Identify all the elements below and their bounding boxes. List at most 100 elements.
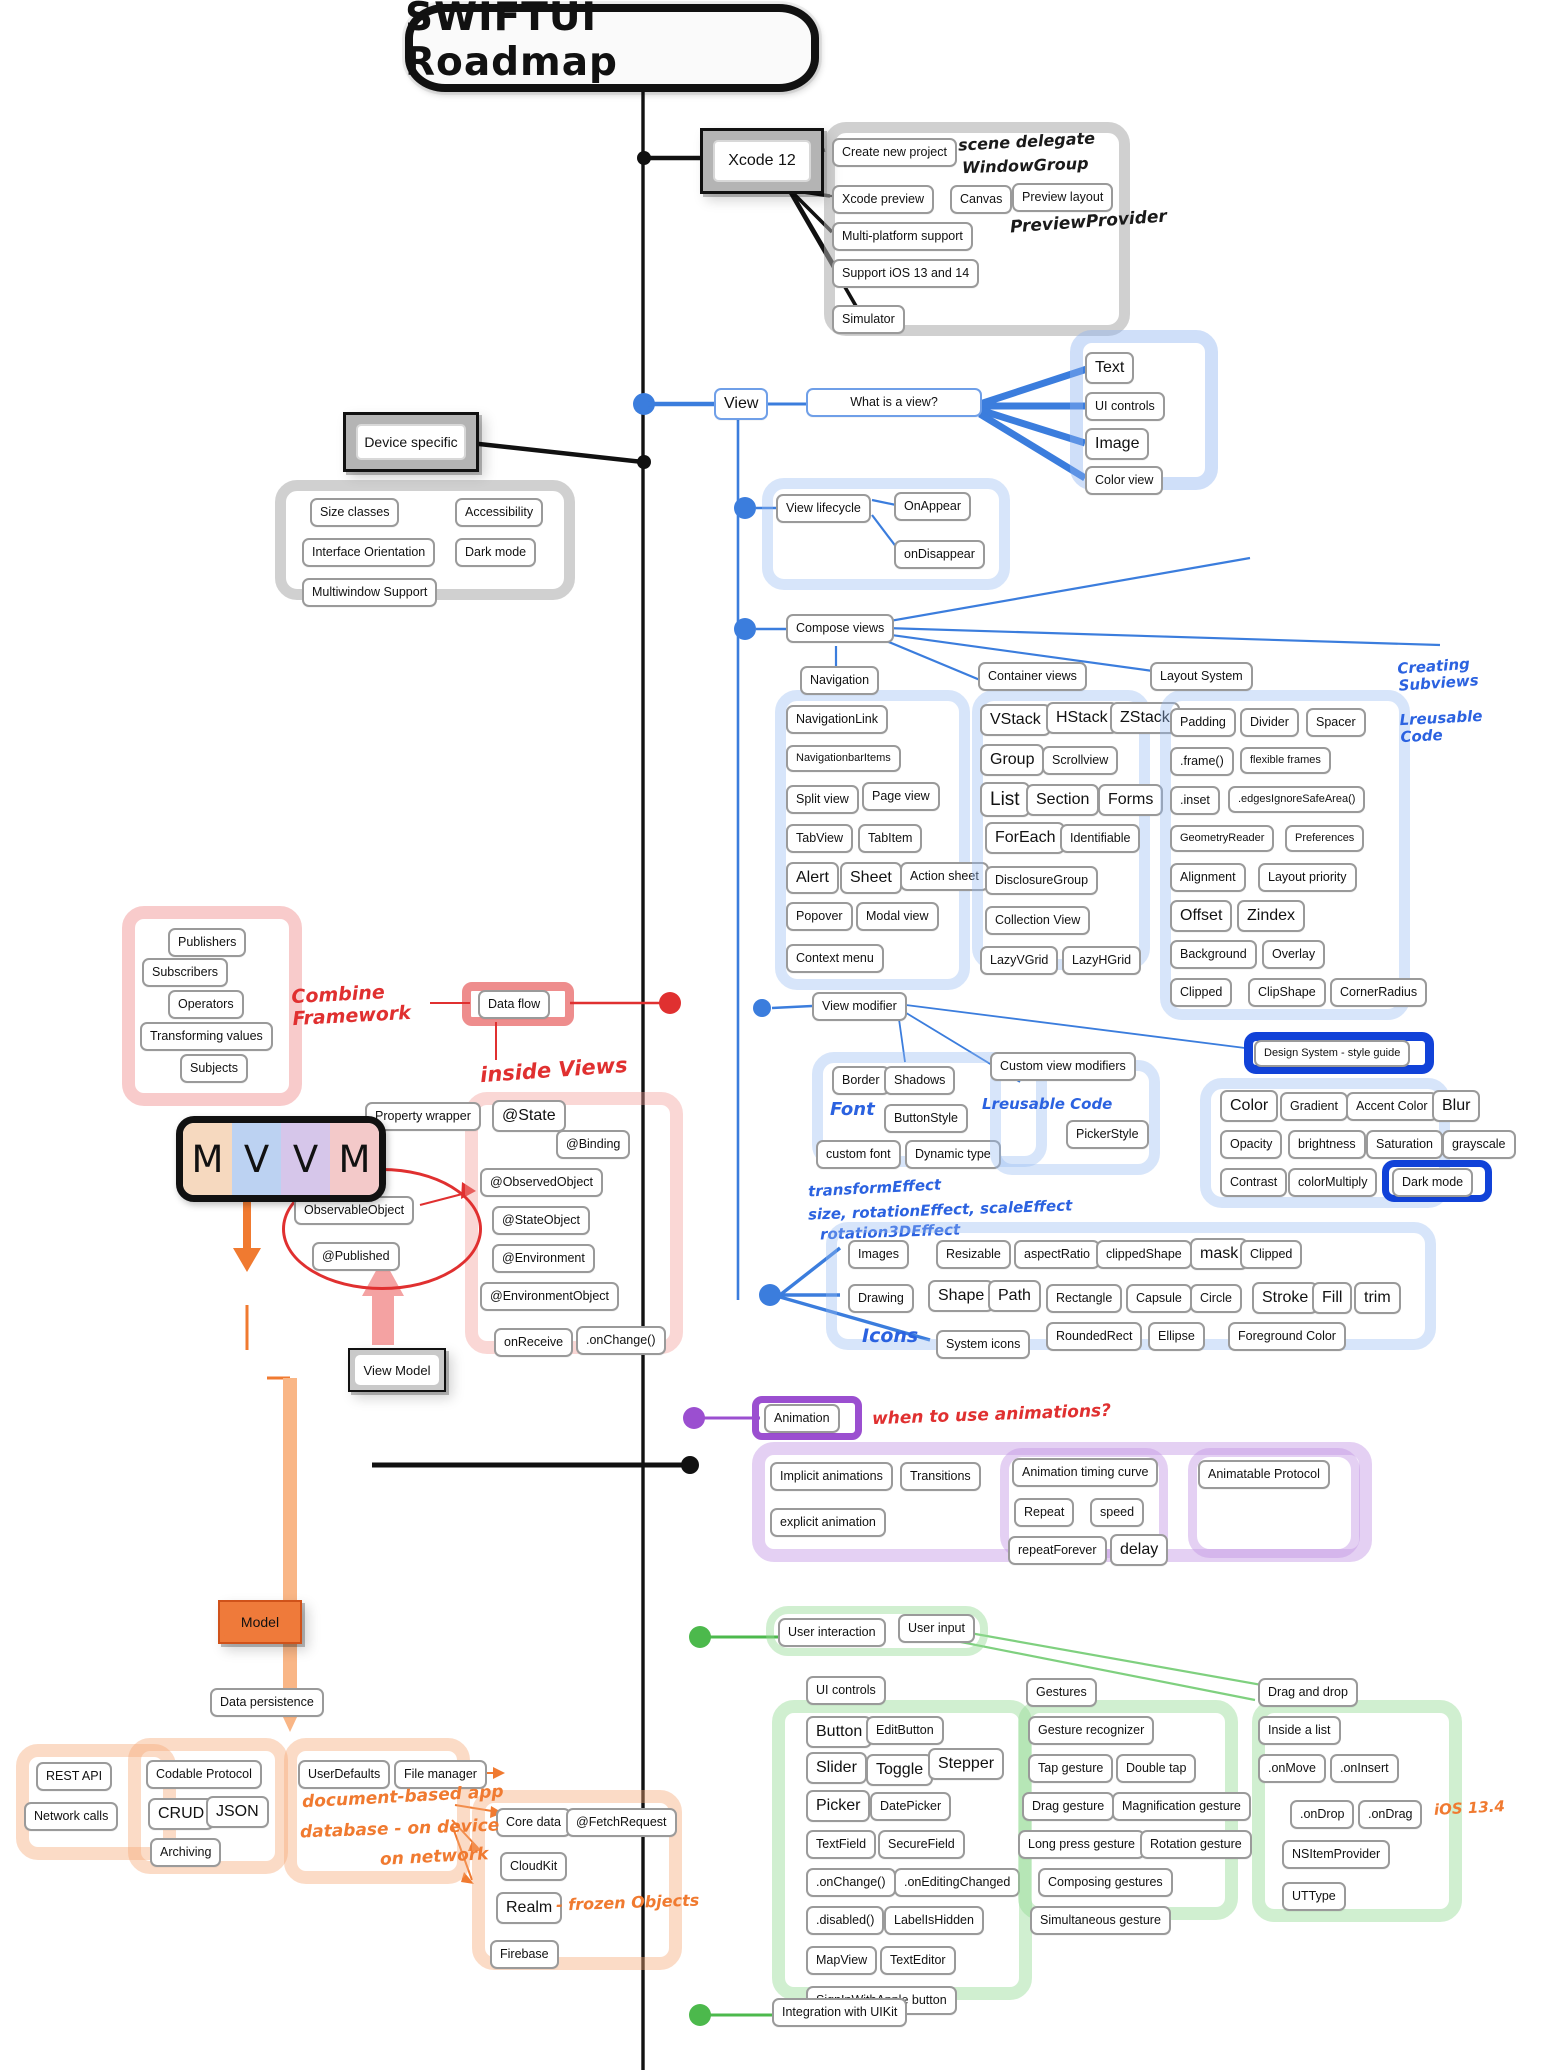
node-list[interactable]: List (980, 782, 1030, 817)
node-clipshape[interactable]: ClipShape (1248, 978, 1326, 1007)
node-custom-view-modifiers[interactable]: Custom view modifiers (990, 1052, 1136, 1081)
node-data-persistence[interactable]: Data persistence (210, 1688, 324, 1717)
node-multiwindow-support[interactable]: Multiwindow Support (302, 578, 438, 607)
node-tabitem[interactable]: TabItem (858, 824, 923, 853)
node-xcode-preview[interactable]: Xcode preview (832, 185, 934, 214)
node-overlay[interactable]: Overlay (1262, 940, 1326, 969)
node-layout-system[interactable]: Layout System (1150, 662, 1253, 691)
node-border[interactable]: Border (832, 1066, 890, 1095)
node-dark-mode-design[interactable]: Dark mode (1392, 1168, 1474, 1197)
node-what-is-a-view[interactable]: What is a view? (806, 388, 982, 417)
node-sheet[interactable]: Sheet (840, 862, 902, 894)
node-alert[interactable]: Alert (786, 862, 839, 894)
node-fill[interactable]: Fill (1312, 1282, 1353, 1314)
node-json[interactable]: JSON (206, 1796, 269, 1828)
node-inset[interactable]: .inset (1170, 786, 1220, 815)
device-specific-node[interactable]: Device specific (343, 412, 479, 472)
node-subjects[interactable]: Subjects (180, 1054, 248, 1083)
node-nsitemprovider[interactable]: NSItemProvider (1282, 1840, 1391, 1869)
node-animation-timing-curve[interactable]: Animation timing curve (1012, 1458, 1159, 1487)
node-spacer[interactable]: Spacer (1306, 708, 1366, 737)
node-slider[interactable]: Slider (806, 1752, 867, 1784)
node-textfield[interactable]: TextField (806, 1830, 877, 1859)
node-simultaneous-gesture[interactable]: Simultaneous gesture (1030, 1906, 1171, 1935)
node-compose-views[interactable]: Compose views (786, 614, 895, 643)
node-animation[interactable]: Animation (764, 1404, 840, 1433)
model-node[interactable]: Model (218, 1600, 302, 1644)
node-aspectratio[interactable]: aspectRatio (1014, 1240, 1101, 1269)
node-rotation-gesture[interactable]: Rotation gesture (1140, 1830, 1252, 1859)
node-create-new-project[interactable]: Create new project (832, 138, 957, 167)
node-datepicker[interactable]: DatePicker (870, 1792, 952, 1821)
node-onchange-ui[interactable]: .onChange() (806, 1868, 896, 1897)
node-gestures[interactable]: Gestures (1026, 1678, 1097, 1707)
node-archiving[interactable]: Archiving (150, 1838, 222, 1867)
node-divider[interactable]: Divider (1240, 708, 1299, 737)
node-clipped-layout[interactable]: Clipped (1170, 978, 1233, 1007)
node-preferences[interactable]: Preferences (1285, 825, 1365, 852)
node-texteditor[interactable]: TextEditor (880, 1946, 956, 1975)
node-rectangle[interactable]: Rectangle (1046, 1284, 1123, 1313)
node-geometryreader[interactable]: GeometryReader (1170, 825, 1275, 852)
node-repeatforever[interactable]: repeatForever (1008, 1536, 1107, 1565)
node-alignment[interactable]: Alignment (1170, 863, 1246, 892)
node-system-icons[interactable]: System icons (936, 1330, 1031, 1359)
node-padding[interactable]: Padding (1170, 708, 1236, 737)
node-identifiable[interactable]: Identifiable (1060, 824, 1141, 853)
node-user-input[interactable]: User input (898, 1614, 975, 1643)
node-environment[interactable]: @Environment (492, 1244, 595, 1273)
node-network-calls[interactable]: Network calls (24, 1802, 119, 1831)
node-scrollview[interactable]: Scrollview (1042, 746, 1119, 775)
node-color[interactable]: Color (1220, 1090, 1279, 1122)
node-page-view[interactable]: Page view (862, 782, 940, 811)
node-ondrag[interactable]: .onDrag (1358, 1800, 1423, 1829)
node-size-classes[interactable]: Size classes (310, 498, 400, 527)
node-view-modifier[interactable]: View modifier (812, 992, 907, 1021)
node-forms[interactable]: Forms (1098, 784, 1164, 816)
node-navigation[interactable]: Navigation (800, 666, 880, 695)
node-core-data[interactable]: Core data (496, 1808, 571, 1837)
node-path[interactable]: Path (988, 1280, 1041, 1312)
node-multi-platform-support[interactable]: Multi-platform support (832, 222, 973, 251)
node-magnification-gesture[interactable]: Magnification gesture (1112, 1792, 1251, 1821)
node-rest-api[interactable]: REST API (36, 1762, 113, 1791)
node-securefield[interactable]: SecureField (878, 1830, 965, 1859)
xcode-node[interactable]: Xcode 12 (700, 128, 824, 194)
node-ui-controls[interactable]: UI controls (806, 1676, 886, 1705)
node-image[interactable]: Image (1085, 428, 1150, 460)
node-shadows[interactable]: Shadows (884, 1066, 956, 1095)
node-roundedrect[interactable]: RoundedRect (1046, 1322, 1143, 1351)
node-shape[interactable]: Shape (928, 1280, 995, 1312)
node-drag-gesture[interactable]: Drag gesture (1022, 1792, 1115, 1821)
node-cornerradius[interactable]: CornerRadius (1330, 978, 1428, 1007)
node-long-press-gesture[interactable]: Long press gesture (1018, 1830, 1146, 1859)
node-speed[interactable]: speed (1090, 1498, 1145, 1527)
node-section[interactable]: Section (1026, 784, 1100, 816)
node-toggle[interactable]: Toggle (866, 1754, 934, 1786)
node-pickerstyle[interactable]: PickerStyle (1066, 1120, 1149, 1149)
node-circle[interactable]: Circle (1190, 1284, 1242, 1313)
node-trim[interactable]: trim (1354, 1282, 1401, 1314)
node-clipped-images[interactable]: Clipped (1240, 1240, 1303, 1269)
node-state[interactable]: @State (492, 1100, 566, 1132)
node-cloudkit[interactable]: CloudKit (500, 1852, 568, 1881)
node-offset[interactable]: Offset (1170, 900, 1233, 932)
node-images[interactable]: Images (848, 1240, 909, 1269)
node-implicit-animations[interactable]: Implicit animations (770, 1462, 893, 1491)
node-labelishidden[interactable]: LabelIsHidden (884, 1906, 984, 1935)
node-support-ios-13-14[interactable]: Support iOS 13 and 14 (832, 259, 980, 288)
node-drag-and-drop[interactable]: Drag and drop (1258, 1678, 1358, 1707)
node-view[interactable]: View (714, 388, 769, 420)
node-double-tap[interactable]: Double tap (1116, 1754, 1197, 1783)
node-collection-view[interactable]: Collection View (985, 906, 1091, 935)
node-drawing[interactable]: Drawing (848, 1284, 914, 1313)
node-mapview[interactable]: MapView (806, 1946, 878, 1975)
node-lazyhgrid[interactable]: LazyHGrid (1062, 946, 1142, 975)
node-accessibility[interactable]: Accessibility (455, 498, 544, 527)
node-explicit-animation[interactable]: explicit animation (770, 1508, 886, 1537)
node-navigationlink[interactable]: NavigationLink (786, 705, 888, 734)
node-contrast[interactable]: Contrast (1220, 1168, 1288, 1197)
node-published[interactable]: @Published (312, 1242, 400, 1271)
node-oneditingchanged[interactable]: .onEditingChanged (894, 1868, 1021, 1897)
node-clippedshape[interactable]: clippedShape (1096, 1240, 1192, 1269)
